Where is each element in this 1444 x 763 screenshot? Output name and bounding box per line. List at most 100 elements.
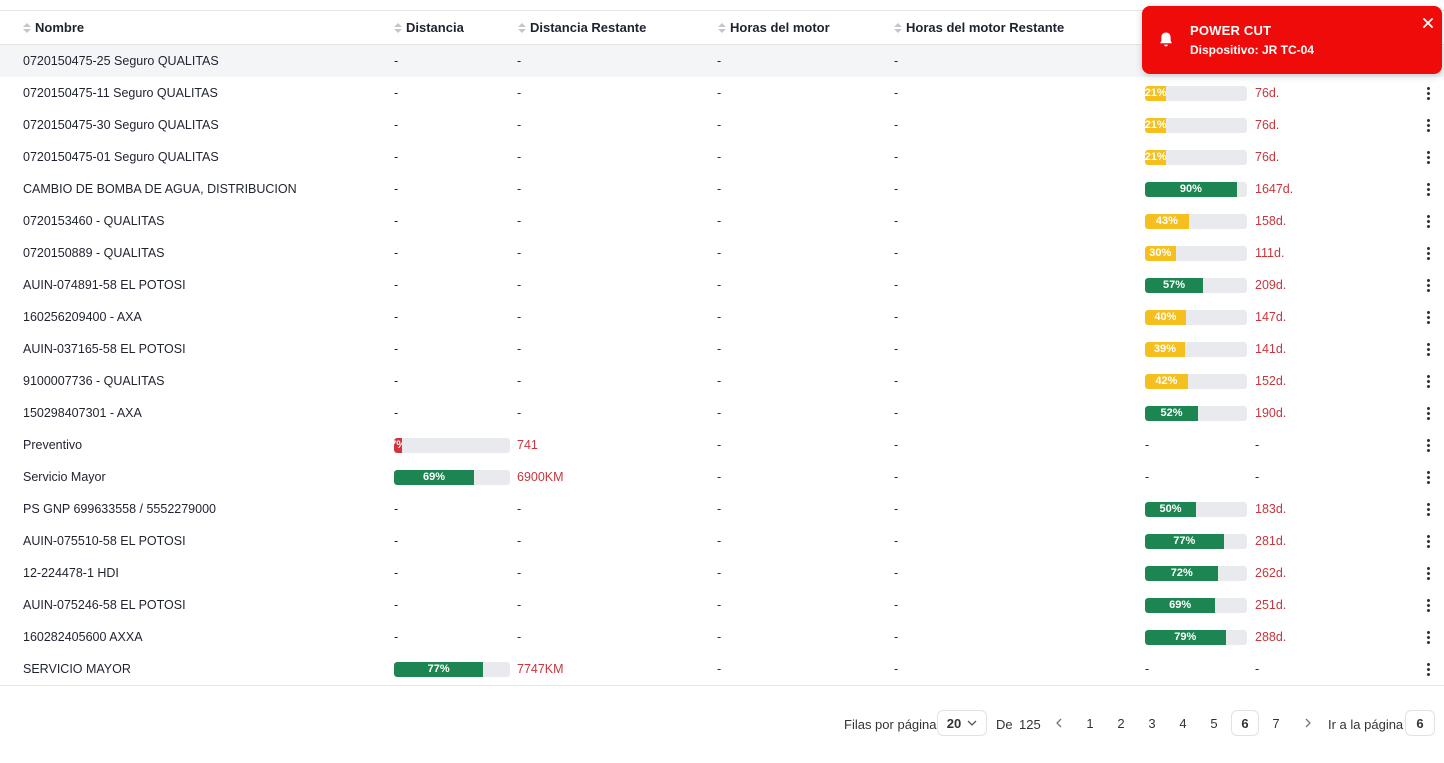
distance-remaining: - (517, 342, 522, 356)
table-row[interactable]: 150298407301 - AXA - - - - 52% 190d. (0, 397, 1444, 429)
more-vertical-icon (1426, 118, 1430, 132)
row-menu-button[interactable] (1420, 429, 1436, 461)
column-header-distancia[interactable]: Distancia (394, 11, 464, 44)
column-header-nombre[interactable]: Nombre (23, 11, 84, 44)
row-menu-button[interactable] (1420, 205, 1436, 237)
row-menu-button[interactable] (1420, 557, 1436, 589)
table-row[interactable]: CAMBIO DE BOMBA DE AGUA, DISTRIBUCION - - -… (0, 173, 1444, 205)
distance-remaining: - (517, 566, 522, 580)
distance-progress: 69% (394, 461, 510, 493)
table-row[interactable]: AUIN-074891-58 EL POTOSI - - - - 57% 209d. (0, 269, 1444, 301)
row-menu-button[interactable] (1420, 653, 1436, 685)
row-menu-button[interactable] (1420, 237, 1436, 269)
progress-fill: 21% (1145, 117, 1167, 133)
time-progress: 90% (1145, 173, 1247, 205)
table-row[interactable]: 12-224478-1 HDI - - - - 72% 262d. (0, 557, 1444, 589)
sort-icon (394, 22, 402, 33)
time-progress: 57% (1145, 269, 1247, 301)
table-row[interactable]: AUIN-075246-58 EL POTOSI - - - - 69% 251d. (0, 589, 1444, 621)
page-button-2[interactable]: 2 (1107, 710, 1135, 736)
column-header-horas-motor[interactable]: Horas del motor (718, 11, 830, 44)
table-row[interactable]: 0720153460 - QUALITAS - - - - 43% 158d. (0, 205, 1444, 237)
row-menu-button[interactable] (1420, 397, 1436, 429)
progress-fill: 52% (1145, 405, 1199, 421)
row-menu-button[interactable] (1420, 525, 1436, 557)
table-row[interactable]: Servicio Mayor 69% 6900KM - - - - (0, 461, 1444, 493)
maintenance-table: Nombre Distancia Distancia Restante Hora… (0, 11, 1444, 685)
row-name: 0720150475-01 Seguro QUALITAS (23, 150, 219, 164)
goto-page-input[interactable]: 6 (1405, 710, 1435, 736)
row-menu-button[interactable] (1420, 109, 1436, 141)
row-menu-button[interactable] (1420, 301, 1436, 333)
days-remaining: 76d. (1255, 150, 1280, 164)
table-row[interactable]: AUIN-075510-58 EL POTOSI - - - - 77% 281d. (0, 525, 1444, 557)
engine-hours: - (717, 182, 722, 196)
progress-fill: 90% (1145, 181, 1237, 197)
row-menu-button[interactable] (1420, 141, 1436, 173)
row-menu-button[interactable] (1420, 269, 1436, 301)
more-vertical-icon (1426, 86, 1430, 100)
table-row[interactable]: SERVICIO MAYOR 77% 7747KM - - - - (0, 653, 1444, 685)
distance-remaining: - (517, 118, 522, 132)
row-menu-button[interactable] (1420, 493, 1436, 525)
table-row[interactable]: 0720150475-11 Seguro QUALITAS - - - - 21% 76d. (0, 77, 1444, 109)
distance-value: - (394, 246, 399, 260)
row-menu-button[interactable] (1420, 333, 1436, 365)
table-row[interactable]: 0720150475-30 Seguro QUALITAS - - - - 21% 76d. (0, 109, 1444, 141)
days-remaining: 76d. (1255, 86, 1280, 100)
row-menu-button[interactable] (1420, 173, 1436, 205)
table-row[interactable]: 0720150889 - QUALITAS - - - - 30% 111d. (0, 237, 1444, 269)
page-button-3[interactable]: 3 (1138, 710, 1166, 736)
days-remaining: - (1255, 438, 1260, 452)
table-row[interactable]: PS GNP 699633558 / 5552279000 - - - - 50% 183d… (0, 493, 1444, 525)
row-menu-button[interactable] (1420, 589, 1436, 621)
progress-fill: 72% (1145, 565, 1219, 581)
column-header-label: Horas del motor Restante (906, 20, 1065, 35)
column-header-distancia-restante[interactable]: Distancia Restante (518, 11, 646, 44)
rows-per-page-select[interactable]: 20 (937, 710, 987, 736)
row-name: 150298407301 - AXA (23, 406, 142, 420)
table-row[interactable]: Preventivo 7% 741 - - - - (0, 429, 1444, 461)
row-name: 12-224478-1 HDI (23, 566, 119, 580)
close-icon[interactable] (1421, 16, 1435, 30)
progress-fill: 57% (1145, 277, 1204, 293)
engine-hours: - (717, 534, 722, 548)
page-button-5[interactable]: 5 (1200, 710, 1228, 736)
page-button-4[interactable]: 4 (1169, 710, 1197, 736)
more-vertical-icon (1426, 630, 1430, 644)
table-row[interactable]: AUIN-037165-58 EL POTOSI - - - - 39% 141d. (0, 333, 1444, 365)
distance-remaining: 741 (517, 438, 538, 452)
distance-remaining: - (517, 310, 522, 324)
table-row[interactable]: 160282405600 AXXA - - - - 79% 288d. (0, 621, 1444, 653)
row-menu-button[interactable] (1420, 461, 1436, 493)
time-progress: 30% (1145, 237, 1247, 269)
distance-value: - (394, 566, 399, 580)
next-page-button[interactable] (1296, 710, 1320, 736)
prev-page-button[interactable] (1047, 710, 1071, 736)
row-name: 0720153460 - QUALITAS (23, 214, 165, 228)
progress-bar: 77% (1145, 533, 1247, 549)
engine-hours: - (717, 150, 722, 164)
engine-hours-remaining: - (894, 566, 899, 580)
page-button-7[interactable]: 7 (1262, 710, 1290, 736)
table-row[interactable]: 9100007736 - QUALITAS - - - - 42% 152d. (0, 365, 1444, 397)
distance-remaining: - (517, 246, 522, 260)
more-vertical-icon (1426, 310, 1430, 324)
time-progress: 43% (1145, 205, 1247, 237)
row-menu-button[interactable] (1420, 621, 1436, 653)
more-vertical-icon (1426, 662, 1430, 676)
row-name: SERVICIO MAYOR (23, 662, 131, 676)
page-button-6[interactable]: 6 (1231, 710, 1259, 736)
distance-value: - (394, 214, 399, 228)
page-button-1[interactable]: 1 (1076, 710, 1104, 736)
table-row[interactable]: 160256209400 - AXA - - - - 40% 147d. (0, 301, 1444, 333)
row-menu-button[interactable] (1420, 77, 1436, 109)
table-row[interactable]: 0720150475-01 Seguro QUALITAS - - - - 21% 76d. (0, 141, 1444, 173)
row-menu-button[interactable] (1420, 365, 1436, 397)
progress-bar: 40% (1145, 309, 1247, 325)
column-header-horas-motor-restante[interactable]: Horas del motor Restante (894, 11, 1064, 44)
total-count: 125 (1019, 716, 1041, 732)
engine-hours-remaining: - (894, 534, 899, 548)
engine-hours-remaining: - (894, 310, 899, 324)
bell-icon (1160, 32, 1172, 47)
